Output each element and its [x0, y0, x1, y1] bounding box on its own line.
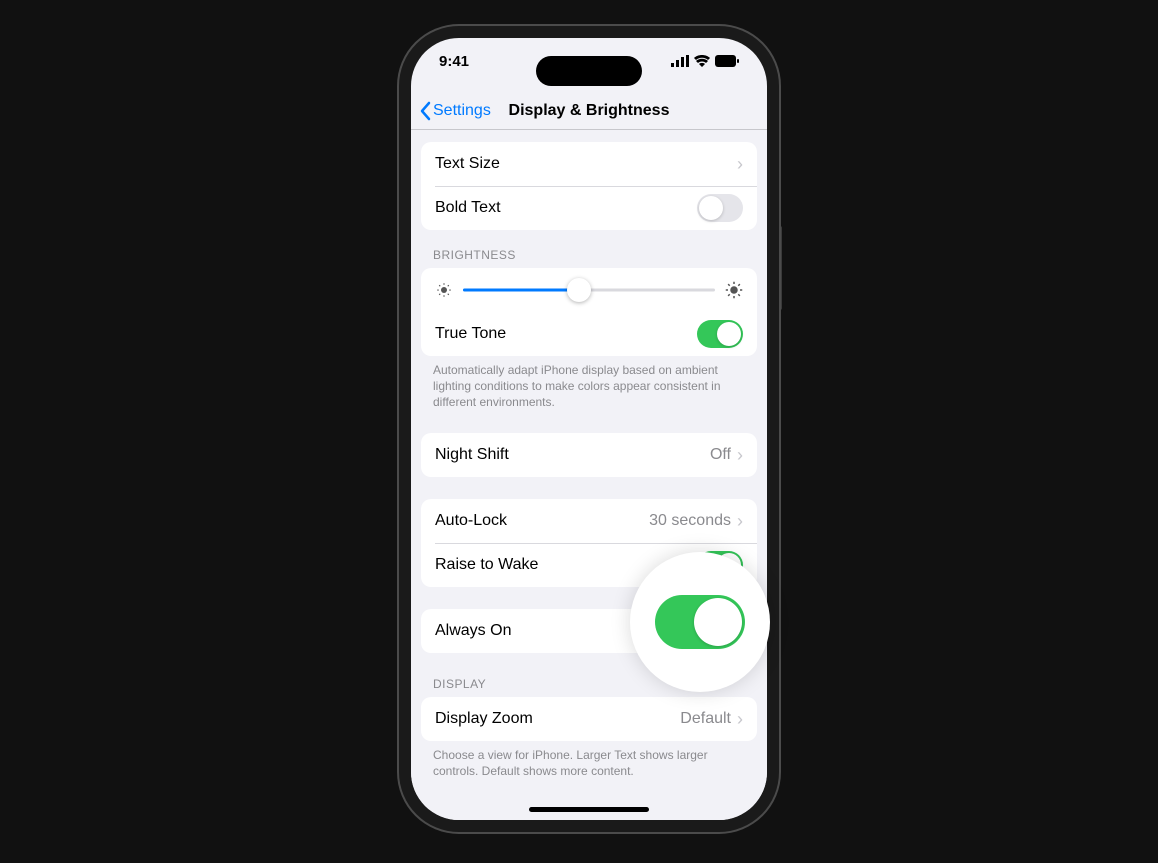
side-button-volume-down	[398, 272, 402, 324]
bold-text-toggle[interactable]	[697, 194, 743, 222]
text-size-row[interactable]: Text Size ›	[421, 142, 757, 186]
status-indicators	[671, 55, 739, 67]
wifi-icon	[694, 55, 710, 67]
side-button-silence	[398, 160, 402, 188]
side-button-power	[778, 226, 782, 310]
true-tone-toggle[interactable]	[697, 320, 743, 348]
back-button[interactable]: Settings	[411, 101, 491, 121]
auto-lock-label: Auto-Lock	[435, 512, 649, 530]
night-shift-row[interactable]: Night Shift Off ›	[421, 433, 757, 477]
chevron-right-icon: ›	[737, 512, 743, 530]
auto-lock-row[interactable]: Auto-Lock 30 seconds ›	[421, 499, 757, 543]
back-label: Settings	[433, 102, 491, 120]
night-shift-value: Off	[710, 446, 731, 464]
dynamic-island	[536, 56, 642, 86]
chevron-right-icon: ›	[737, 446, 743, 464]
chevron-left-icon	[419, 101, 431, 121]
night-shift-label: Night Shift	[435, 446, 710, 464]
bold-text-row: Bold Text	[421, 186, 757, 230]
home-indicator[interactable]	[529, 807, 649, 812]
magnifier-callout	[630, 552, 770, 692]
display-zoom-value: Default	[680, 710, 731, 728]
brightness-slider[interactable]	[463, 280, 715, 300]
sun-high-icon	[725, 281, 743, 299]
chevron-right-icon: ›	[737, 710, 743, 728]
battery-icon	[715, 55, 739, 67]
nav-bar: Settings Display & Brightness	[411, 92, 767, 130]
settings-content[interactable]: Text Size › Bold Text BRIGHTNESS Tru	[411, 130, 767, 820]
cellular-icon	[671, 55, 689, 67]
side-button-volume-up	[398, 208, 402, 260]
true-tone-footer: Automatically adapt iPhone display based…	[411, 356, 767, 411]
chevron-right-icon: ›	[737, 155, 743, 173]
true-tone-label: True Tone	[435, 325, 697, 343]
display-zoom-footer: Choose a view for iPhone. Larger Text sh…	[411, 741, 767, 779]
true-tone-row: True Tone	[421, 312, 757, 356]
phone-frame: 9:41 Settings Display & Brightness Text …	[411, 38, 767, 820]
brightness-slider-row	[421, 268, 757, 312]
display-zoom-row[interactable]: Display Zoom Default ›	[421, 697, 757, 741]
bold-text-label: Bold Text	[435, 199, 697, 217]
sun-low-icon	[435, 281, 453, 299]
auto-lock-value: 30 seconds	[649, 512, 731, 530]
display-zoom-label: Display Zoom	[435, 710, 680, 728]
always-on-toggle-magnified	[655, 595, 745, 649]
text-size-label: Text Size	[435, 155, 737, 173]
brightness-header: BRIGHTNESS	[411, 230, 767, 268]
status-time: 9:41	[439, 53, 469, 70]
